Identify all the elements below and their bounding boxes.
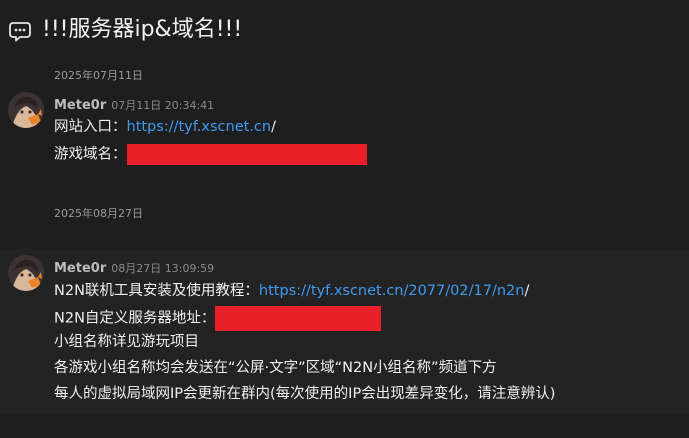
date-separator: 2025年07月11日	[54, 69, 143, 82]
line-label: 网站入口：	[54, 119, 127, 135]
message-timestamp: 08月27日 13:09:59	[111, 262, 215, 275]
line-label: 游戏域名：	[54, 146, 127, 163]
message-timestamp: 07月11日 20:34:41	[111, 99, 215, 112]
channel-header: !!!服务器ip&域名!!!	[0, 0, 689, 62]
message-line: N2N联机工具安装及使用教程：https://tyf.xscnet.cn/207…	[54, 281, 529, 301]
redacted-block	[215, 306, 382, 331]
tutorial-link[interactable]: https://tyf.xscnet.cn/2077/02/17/n2n	[259, 283, 525, 299]
date-separator: 2025年08月27日	[54, 207, 143, 220]
message-item: Mete0r 07月11日 20:34:41 网站入口：https://tyf.x…	[0, 86, 689, 174]
message-line: 网站入口：https://tyf.xscnet.cn/	[54, 117, 276, 137]
message-line: 每人的虚拟局域网IP会更新在群内(每次使用的IP会出现差异变化，请注意辨认)	[54, 386, 556, 402]
channel-title: !!!服务器ip&域名!!!	[42, 17, 243, 42]
message-item: Mete0r 08月27日 13:09:59 N2N联机工具安装及使用教程：htt…	[0, 249, 689, 415]
message-line: 小组名称详见游玩项目	[54, 334, 199, 350]
avatar[interactable]	[8, 255, 44, 291]
message-line: N2N自定义服务器地址：	[54, 306, 382, 331]
line-label: N2N自定义服务器地址：	[54, 310, 216, 327]
message-line: 游戏域名：	[54, 144, 367, 165]
link-tail: /	[524, 283, 530, 299]
avatar[interactable]	[8, 92, 44, 128]
message-line: 各游戏小组名称均会发送在“公屏·文字”区域“N2N小组名称”频道下方	[54, 360, 497, 376]
website-link[interactable]: https://tyf.xscnet.cn	[127, 119, 272, 135]
author-name[interactable]: Mete0r	[54, 98, 106, 113]
link-tail: /	[271, 119, 276, 135]
avatar-image	[8, 92, 44, 128]
redacted-block	[126, 144, 367, 165]
line-label: N2N联机工具安装及使用教程：	[54, 283, 259, 299]
chat-bubble-icon	[9, 22, 31, 42]
author-name[interactable]: Mete0r	[54, 261, 106, 276]
avatar-image	[8, 255, 44, 291]
